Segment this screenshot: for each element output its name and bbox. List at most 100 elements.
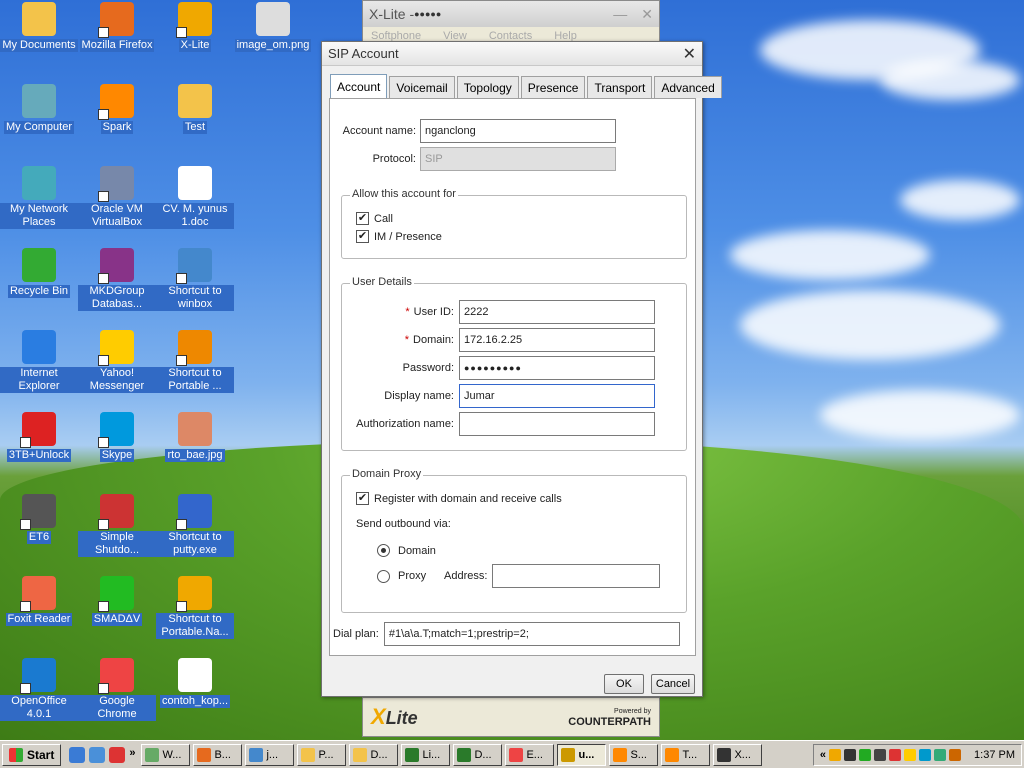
password-field[interactable]: ●●●●●●●●● — [459, 356, 655, 380]
shutdown-tray-icon[interactable] — [889, 748, 902, 761]
tab-transport[interactable]: Transport — [587, 76, 653, 98]
user-id-field[interactable]: 2222 — [459, 300, 655, 324]
desktop-icon-label: Recycle Bin — [7, 285, 71, 298]
taskbar-task-button[interactable]: T... — [661, 743, 711, 766]
domain-radio[interactable] — [377, 544, 390, 557]
desktop-icon[interactable]: Simple Shutdo... — [78, 494, 156, 557]
desktop-icon[interactable]: My Documents — [0, 2, 78, 52]
portable-app-icon — [176, 576, 212, 612]
proxy-radio[interactable] — [377, 569, 390, 583]
call-checkbox-row[interactable]: ✔ Call — [356, 212, 393, 225]
desktop-icon[interactable]: My Computer — [0, 84, 78, 134]
desktop-icon-label: Foxit Reader — [5, 613, 73, 626]
proxy-radio-label: Proxy — [398, 570, 427, 582]
desktop-icon[interactable]: 3TB+Unlock — [0, 412, 78, 462]
volume-tray-icon[interactable] — [949, 748, 962, 761]
cancel-button[interactable]: Cancel — [651, 674, 695, 694]
desktop-icon[interactable]: My Network Places — [0, 166, 78, 229]
minimize-icon[interactable]: — — [613, 6, 627, 23]
call-checkbox-label: Call — [374, 212, 393, 225]
close-icon[interactable]: ✕ — [641, 6, 653, 23]
desktop-icon[interactable]: Skype — [78, 412, 156, 462]
domain-radio-row[interactable]: Domain — [377, 544, 436, 557]
dial-plan-field[interactable]: #1\a\a.T;match=1;prestrip=2; — [383, 622, 680, 646]
virtualbox-tray-icon[interactable] — [934, 748, 947, 761]
yahoo-tray-icon[interactable] — [904, 748, 917, 761]
internet-explorer-icon[interactable] — [69, 746, 86, 763]
clock[interactable]: 1:37 PM — [974, 749, 1015, 761]
quick-launch-chevron-icon[interactable]: » — [129, 747, 135, 763]
account-tab-panel: Account name: nganclong Protocol: SIP Al… — [329, 98, 696, 656]
im-presence-checkbox[interactable]: ✔ — [356, 230, 369, 243]
desktop-icon[interactable]: Shortcut to Portable.Na... — [156, 576, 234, 639]
desktop-icon[interactable]: image_om.png — [234, 2, 312, 52]
desktop-icon[interactable]: Yahoo! Messenger — [78, 330, 156, 393]
domain-field[interactable]: 172.16.2.25 — [459, 328, 655, 352]
xlite-tray-icon[interactable] — [844, 748, 857, 761]
tab-presence[interactable]: Presence — [520, 76, 586, 98]
network-tray-icon[interactable] — [919, 748, 932, 761]
auth-name-field[interactable] — [459, 412, 655, 436]
chrome-icon — [98, 658, 134, 694]
display-name-field[interactable]: Jumar — [459, 384, 655, 408]
taskbar-task-button[interactable]: u... — [557, 743, 607, 766]
folder-documents-icon — [22, 2, 56, 36]
desktop-icon[interactable]: Shortcut to Portable ... — [156, 330, 234, 393]
taskbar-task-button[interactable]: j... — [245, 743, 295, 766]
desktop-icon[interactable]: CV. M. yunus 1.doc — [156, 166, 234, 229]
proxy-radio-row[interactable]: Proxy Address: — [377, 564, 661, 588]
desktop-icon[interactable]: Spark — [78, 84, 156, 134]
desktop-icon[interactable]: X-Lite — [156, 2, 234, 52]
dialog-titlebar[interactable]: SIP Account ✕ — [322, 42, 702, 66]
desktop-icon[interactable]: Internet Explorer — [0, 330, 78, 393]
send-outbound-label: Send outbound via: — [356, 518, 451, 530]
desktop-icon[interactable]: SMADΔV — [78, 576, 156, 626]
tab-account[interactable]: Account — [330, 74, 388, 98]
im-presence-checkbox-row[interactable]: ✔ IM / Presence — [356, 230, 442, 243]
taskbar-task-button[interactable]: W... — [141, 743, 191, 766]
desktop-icon[interactable]: Shortcut to winbox — [156, 248, 234, 311]
taskbar-task-button[interactable]: Li... — [401, 743, 451, 766]
xlite-titlebar[interactable]: X-Lite - ●●●●● — ✕ — [363, 1, 659, 27]
taskbar-task-button[interactable]: X... — [713, 743, 763, 766]
register-checkbox-row[interactable]: ✔ Register with domain and receive calls — [356, 492, 562, 505]
tab-topology[interactable]: Topology — [456, 76, 519, 98]
taskbar-task-button[interactable]: P... — [297, 743, 347, 766]
register-checkbox[interactable]: ✔ — [356, 492, 369, 505]
close-icon[interactable]: ✕ — [683, 44, 696, 64]
show-desktop-icon[interactable] — [89, 746, 106, 763]
desktop-icon[interactable]: Mozilla Firefox — [78, 2, 156, 52]
proxy-address-field[interactable] — [492, 564, 661, 588]
taskbar-task-label: D... — [370, 748, 388, 761]
desktop-icon[interactable]: Shortcut to putty.exe — [156, 494, 234, 557]
shortcut-arrow-icon — [98, 601, 109, 612]
ok-button[interactable]: OK — [604, 674, 644, 694]
call-checkbox[interactable]: ✔ — [356, 212, 369, 225]
shutdown-icon[interactable] — [109, 746, 126, 763]
desktop-icon[interactable]: Google Chrome — [78, 658, 156, 721]
start-label: Start — [27, 747, 55, 762]
account-name-field[interactable]: nganclong — [420, 119, 616, 143]
taskbar-task-button[interactable]: B... — [193, 743, 243, 766]
desktop-icon[interactable]: Recycle Bin — [0, 248, 78, 298]
start-button[interactable]: Start — [2, 743, 62, 766]
taskbar-task-button[interactable]: D... — [349, 743, 399, 766]
desktop-icon[interactable]: ET6 — [0, 494, 78, 544]
smadav-tray-icon[interactable] — [859, 748, 872, 761]
desktop-icon[interactable]: rto_bae.jpg — [156, 412, 234, 462]
taskbar-task-button[interactable]: D... — [453, 743, 503, 766]
desktop-icon[interactable]: MKDGroup Databas... — [78, 248, 156, 311]
desktop-icon[interactable]: Oracle VM VirtualBox — [78, 166, 156, 229]
xlite-logo-x: X — [371, 704, 386, 729]
tray-expand-icon[interactable]: « — [820, 749, 826, 761]
taskbar-task-button[interactable]: E... — [505, 743, 555, 766]
tab-advanced[interactable]: Advanced — [654, 76, 722, 98]
taskbar-task-button[interactable]: S... — [609, 743, 659, 766]
desktop-icon[interactable]: Test — [156, 84, 234, 134]
spark-tray-icon[interactable] — [829, 748, 842, 761]
desktop-icon[interactable]: contoh_kop... — [156, 658, 234, 708]
desktop-icon[interactable]: OpenOffice 4.0.1 — [0, 658, 78, 721]
desktop-icon[interactable]: Foxit Reader — [0, 576, 78, 626]
monitor-tray-icon[interactable] — [874, 748, 887, 761]
tab-voicemail[interactable]: Voicemail — [389, 76, 455, 98]
